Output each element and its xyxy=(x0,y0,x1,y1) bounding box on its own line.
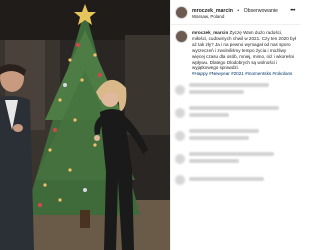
photo-illustration xyxy=(0,0,170,250)
blurred-avatar xyxy=(175,175,185,186)
instagram-post: mroczek_marcin • Obserwowanie Warsaw, Po… xyxy=(0,0,300,250)
blurred-avatar xyxy=(175,154,185,165)
blurred-comment xyxy=(175,152,296,166)
avatar[interactable] xyxy=(175,5,188,19)
caption-username[interactable]: mroczek_marcin xyxy=(192,30,228,35)
more-horizontal-icon[interactable]: ••• xyxy=(290,8,295,14)
separator-dot: • xyxy=(237,7,240,14)
blurred-avatar xyxy=(175,108,185,119)
caption-text: Życzę Wam dużo radości, miłości, cudowny… xyxy=(192,30,296,71)
caption-avatar[interactable] xyxy=(175,30,188,43)
follow-button[interactable]: Obserwowanie xyxy=(244,8,278,14)
blurred-comment xyxy=(175,83,296,97)
blurred-comments xyxy=(171,77,300,186)
header-username[interactable]: mroczek_marcin xyxy=(192,8,233,14)
blurred-comment xyxy=(175,106,296,120)
blurred-avatar xyxy=(175,85,185,96)
blurred-comment xyxy=(175,175,296,186)
blurred-comment xyxy=(175,129,296,143)
post-sidebar: mroczek_marcin • Obserwowanie Warsaw, Po… xyxy=(170,0,300,250)
post-header: mroczek_marcin • Obserwowanie Warsaw, Po… xyxy=(171,0,300,25)
header-text: mroczek_marcin • Obserwowanie Warsaw, Po… xyxy=(192,5,278,20)
caption: mroczek_marcin Życzę Wam dużo radości, m… xyxy=(171,25,300,77)
caption-body: mroczek_marcin Życzę Wam dużo radości, m… xyxy=(192,30,296,77)
post-photo[interactable] xyxy=(0,0,170,250)
caption-hashtags[interactable]: #Happy #Newyear #2021 #momentsks #rokola… xyxy=(192,71,296,77)
blurred-avatar xyxy=(175,131,185,142)
